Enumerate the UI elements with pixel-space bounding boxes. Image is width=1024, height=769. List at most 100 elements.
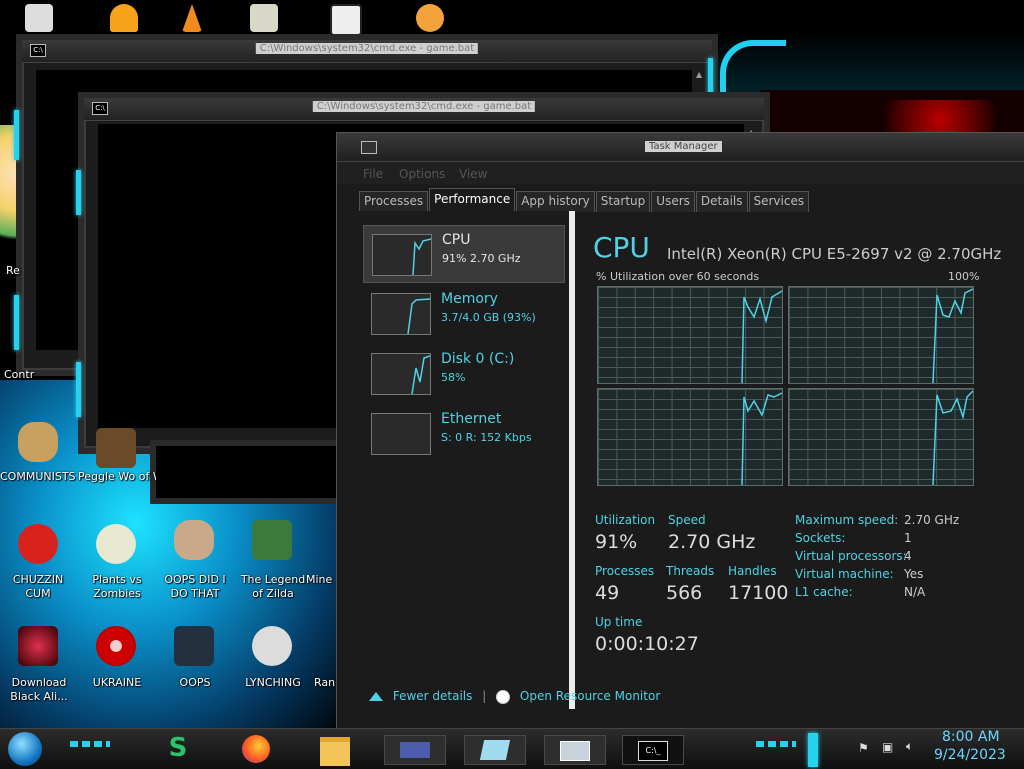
uptime-label: Up time: [595, 615, 643, 629]
radiation-icon[interactable]: [96, 626, 136, 666]
neon-trim: [70, 741, 110, 747]
chuzzle-icon[interactable]: [18, 524, 58, 564]
threads-label: Threads: [666, 564, 715, 578]
tab-performance[interactable]: Performance: [429, 188, 516, 212]
network-icon[interactable]: ▣: [882, 740, 893, 754]
resource-ethernet[interactable]: Ethernet S: 0 R: 152 Kbps: [363, 405, 563, 461]
neon-trim: [76, 170, 81, 215]
detail-key: Maximum speed:: [795, 513, 899, 527]
peggle-icon[interactable]: [96, 428, 136, 468]
cpu-core-graph-4: [788, 388, 974, 486]
desktop-label[interactable]: LYNCHING: [234, 676, 312, 690]
tab-users[interactable]: Users: [651, 191, 695, 212]
cmd-icon: C:\: [30, 44, 46, 57]
task-manager-window[interactable]: Task Manager File Options View Processes…: [336, 132, 1024, 730]
show-desktop-bar[interactable]: [808, 733, 818, 767]
portrait-icon[interactable]: [174, 520, 214, 560]
money-bag-icon[interactable]: [18, 422, 58, 462]
cpu-core-graph-1: [597, 286, 783, 384]
cmd-window-bottom-frame: [150, 440, 352, 504]
neon-trim: [756, 741, 796, 747]
flower-icon[interactable]: [96, 524, 136, 564]
utilization-label: Utilization: [595, 513, 656, 527]
cmd-window-back-titlebar[interactable]: C:\ C:\Windows\system32\cmd.exe - game.b…: [22, 40, 712, 63]
menu-file[interactable]: File: [363, 167, 383, 181]
desktop-label[interactable]: Ran: [314, 676, 338, 690]
desktop-label[interactable]: Download Black Ali...: [0, 676, 78, 704]
tab-services[interactable]: Services: [748, 191, 810, 212]
neon-trim: [14, 110, 19, 160]
tab-startup[interactable]: Startup: [595, 191, 651, 212]
footer-divider: |: [482, 689, 487, 703]
resource-monitor-icon[interactable]: [496, 689, 511, 704]
task-manager-icon: [560, 741, 590, 761]
memory-thumbnail-graph: [371, 293, 431, 335]
cpu-core-graph-3: [597, 388, 783, 486]
desktop-label[interactable]: UKRAINE: [78, 676, 156, 690]
tab-details[interactable]: Details: [695, 191, 748, 212]
fewer-details-link[interactable]: Fewer details: [393, 689, 473, 703]
clock-date[interactable]: 9/24/2023: [934, 747, 1006, 763]
black-alien-icon[interactable]: [18, 626, 58, 666]
desktop-label[interactable]: Re: [6, 264, 26, 278]
detail-value: N/A: [904, 585, 926, 599]
desktop-label[interactable]: COMMUNISTS HATE THIS G...: [0, 470, 78, 484]
start-button[interactable]: [8, 732, 42, 766]
desktop-label[interactable]: OOPS DID I DO THAT: [156, 573, 234, 601]
desktop-label[interactable]: The Legend of Zilda: [234, 573, 312, 601]
cmd-window-front-titlebar[interactable]: C:\ C:\Windows\system32\cmd.exe - game.b…: [84, 98, 764, 121]
resource-cpu[interactable]: CPU 91% 2.70 GHz: [363, 225, 565, 283]
clock-time[interactable]: 8:00 AM: [942, 729, 1000, 745]
detail-key: L1 cache:: [795, 585, 853, 599]
flag-alert-icon[interactable]: ⚑: [858, 741, 869, 755]
spotify-like-icon[interactable]: S: [160, 733, 196, 765]
taskbar-button-task-manager[interactable]: [544, 735, 606, 765]
tab-app-history[interactable]: App history: [516, 191, 595, 212]
taskbar-button-cmd[interactable]: C:\_: [622, 735, 684, 765]
desktop-label[interactable]: Peggle Wo of Warcraft ...: [78, 470, 156, 484]
menu-view[interactable]: View: [459, 167, 487, 181]
file-explorer-icon[interactable]: [320, 737, 350, 766]
cube-icon[interactable]: [174, 626, 214, 666]
desktop-icon-top-4[interactable]: [250, 4, 278, 32]
vlc-icon[interactable]: [182, 4, 202, 32]
resource-memory[interactable]: Memory 3.7/4.0 GB (93%): [363, 285, 563, 341]
task-manager-title: Task Manager: [645, 141, 722, 152]
desktop-icon-top-5[interactable]: [330, 4, 362, 36]
resource-name: Memory: [441, 291, 498, 307]
processes-value: 49: [595, 582, 620, 604]
desktop-icon-top-2[interactable]: [110, 4, 138, 32]
graph-label: % Utilization over 60 seconds: [596, 270, 760, 283]
resource-disk[interactable]: Disk 0 (C:) 58%: [363, 345, 563, 401]
cmd-icon: C:\: [92, 102, 108, 115]
footer-bar: Fewer details | Open Resource Monitor: [359, 689, 660, 704]
menu-options[interactable]: Options: [399, 167, 445, 181]
desktop-label[interactable]: CHUZZIN CUM: [0, 573, 76, 601]
menu-bar: File Options View: [337, 162, 1024, 184]
open-resource-monitor-link[interactable]: Open Resource Monitor: [520, 689, 660, 703]
resource-sub: S: 0 R: 152 Kbps: [441, 431, 532, 444]
tab-processes[interactable]: Processes: [359, 191, 429, 212]
scroll-up-icon[interactable]: ▲: [696, 70, 708, 80]
uptime-value: 0:00:10:27: [595, 633, 699, 655]
firefox-icon[interactable]: [242, 735, 270, 763]
taskbar-button-app[interactable]: [464, 735, 526, 765]
volume-icon[interactable]: 🔈︎: [906, 739, 913, 754]
desktop-label[interactable]: Contr: [4, 368, 40, 382]
control-panel-icon: [400, 742, 430, 758]
taskbar-button-control-panel[interactable]: [384, 735, 446, 765]
disk-thumbnail-graph: [371, 353, 431, 395]
desktop-label[interactable]: OOPS: [156, 676, 234, 690]
cmd-window-front-title: C:\Windows\system32\cmd.exe - game.bat: [312, 101, 536, 112]
chevron-up-icon[interactable]: [369, 692, 383, 701]
pixel-hero-icon[interactable]: [252, 520, 292, 560]
desktop-icon-top-6[interactable]: [416, 4, 444, 32]
handles-label: Handles: [728, 564, 777, 578]
task-manager-titlebar[interactable]: Task Manager: [337, 133, 1024, 162]
detail-key: Virtual processors:: [795, 549, 907, 563]
resource-sub: 91% 2.70 GHz: [442, 252, 521, 265]
knot-icon[interactable]: [252, 626, 292, 666]
desktop-label[interactable]: Plants vs Zombies: [78, 573, 156, 601]
desktop-icon-top-1[interactable]: [25, 4, 53, 32]
task-manager-icon: [361, 141, 377, 154]
